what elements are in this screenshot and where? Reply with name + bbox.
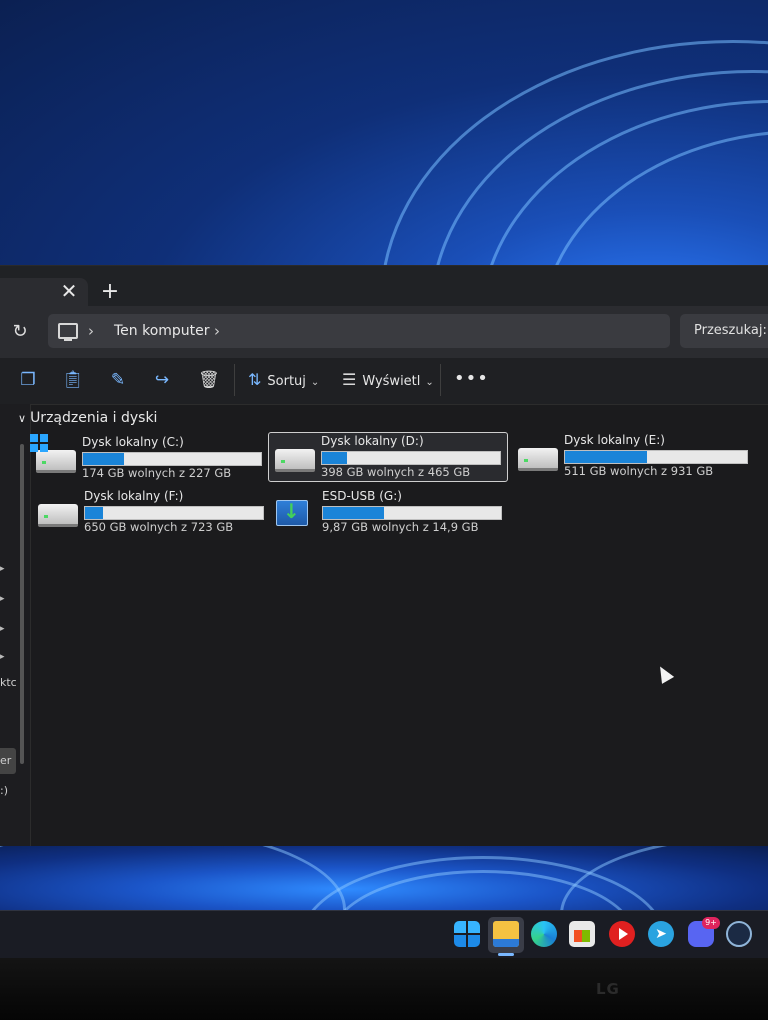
breadcrumb-separator: › <box>88 322 94 340</box>
drive-name: Dysk lokalny (F:) <box>84 489 184 503</box>
desktop-wallpaper-top <box>0 0 768 272</box>
pin-icon: ▸ <box>0 564 5 574</box>
edge-icon[interactable] <box>531 921 557 947</box>
drive-d[interactable]: Dysk lokalny (D:) 398 GB wolnych z 465 G… <box>268 432 508 482</box>
drive-free-space: 650 GB wolnych z 723 GB <box>84 520 234 534</box>
title-bar: ✕ + <box>0 266 768 308</box>
drives-view: ∨ Urządzenia i dyski Dysk lokalny (C:) 17… <box>18 404 768 846</box>
breadcrumb-expand[interactable]: › <box>214 322 220 340</box>
sidebar-item-partial[interactable]: :) <box>0 784 8 797</box>
drive-usage-fill <box>322 452 347 464</box>
more-options-icon[interactable]: ••• <box>454 368 489 389</box>
drive-usage-bar <box>82 452 262 466</box>
pin-icon: ▸ <box>0 594 5 604</box>
search-input[interactable]: Przeszukaj: T <box>680 314 768 348</box>
view-button[interactable]: ☰ Wyświetl ⌄ <box>342 370 434 392</box>
address-bar[interactable]: › Ten komputer › <box>48 314 670 348</box>
share-icon[interactable]: ↪ <box>152 370 172 390</box>
chevron-down-icon: ⌄ <box>425 377 434 388</box>
group-header[interactable]: ∨ Urządzenia i dyski <box>18 410 157 426</box>
close-tab-icon[interactable]: ✕ <box>56 278 82 304</box>
file-explorer-window: ✕ + ↻ › Ten komputer › Przeszukaj: T ❐ 📋… <box>0 266 768 846</box>
chevron-down-icon: ⌄ <box>310 377 320 388</box>
sort-label: Sortuj <box>267 374 306 389</box>
view-label: Wyświetl <box>362 374 421 389</box>
toolbar-divider <box>440 364 441 396</box>
drive-usage-bar <box>321 451 501 465</box>
search-placeholder: Przeszukaj: T <box>694 323 768 338</box>
start-icon[interactable] <box>454 921 480 947</box>
drive-name: Dysk lokalny (E:) <box>564 433 665 447</box>
hard-drive-icon <box>275 449 315 472</box>
view-icon: ☰ <box>342 370 357 389</box>
chevron-down-icon: ∨ <box>18 412 27 425</box>
sidebar-item-partial[interactable]: er <box>0 754 11 767</box>
desktop-wallpaper-bottom <box>0 846 768 918</box>
monitor-brand-logo: LG <box>596 980 620 998</box>
breadcrumb-this-pc[interactable]: Ten komputer <box>114 323 210 339</box>
navigation-bar: ↻ › Ten komputer › Przeszukaj: T <box>0 306 768 358</box>
drive-usage-fill <box>565 451 647 463</box>
monitor-bezel: LG <box>0 958 768 1020</box>
paste-icon[interactable]: 📋︎ <box>62 370 84 390</box>
drive-usage-bar <box>322 506 502 520</box>
navigation-pane: ▸ ▸ ▸ ▸ ktc er :) <box>0 404 31 846</box>
new-tab-icon[interactable]: + <box>98 280 122 304</box>
drive-f[interactable]: Dysk lokalny (F:) 650 GB wolnych z 723 G… <box>32 488 270 536</box>
youtube-music-icon[interactable] <box>609 921 635 947</box>
sort-icon: ⇅ <box>248 370 262 389</box>
telegram-icon[interactable]: ➤ <box>648 921 674 947</box>
toolbar-divider <box>234 364 235 396</box>
store-icon[interactable] <box>569 921 595 947</box>
drive-g[interactable]: ESD-USB (G:) 9,87 GB wolnych z 14,9 GB <box>270 488 508 536</box>
drive-c[interactable]: Dysk lokalny (C:) 174 GB wolnych z 227 G… <box>30 434 268 482</box>
navigation-pane-scrollbar[interactable] <box>20 444 24 764</box>
drive-name: Dysk lokalny (C:) <box>82 435 184 449</box>
sort-button[interactable]: ⇅ Sortuj ⌄ <box>248 370 319 392</box>
notification-badge: 9+ <box>702 917 720 929</box>
copy-icon[interactable]: ❐ <box>18 370 38 390</box>
hard-drive-icon <box>518 448 558 471</box>
drive-free-space: 398 GB wolnych z 465 GB <box>321 465 471 479</box>
drive-usage-fill <box>83 453 124 465</box>
rename-icon[interactable]: ✎ <box>108 370 128 390</box>
drive-usage-fill <box>323 507 384 519</box>
active-app-indicator <box>498 953 514 956</box>
drive-free-space: 174 GB wolnych z 227 GB <box>82 466 232 480</box>
pin-icon: ▸ <box>0 652 5 662</box>
computer-icon <box>58 323 78 341</box>
hard-drive-icon <box>38 504 78 527</box>
pin-icon: ▸ <box>0 624 5 634</box>
drive-name: ESD-USB (G:) <box>322 489 402 503</box>
drive-free-space: 9,87 GB wolnych z 14,9 GB <box>322 520 479 534</box>
drive-usage-fill <box>85 507 103 519</box>
file-explorer-icon[interactable] <box>493 921 519 947</box>
drive-e[interactable]: Dysk lokalny (E:) 511 GB wolnych z 931 G… <box>512 432 750 480</box>
steam-icon[interactable] <box>726 921 752 947</box>
windows-logo-icon <box>30 434 48 452</box>
drive-usage-bar <box>564 450 748 464</box>
hard-drive-icon <box>36 450 76 473</box>
drive-free-space: 511 GB wolnych z 931 GB <box>564 464 714 478</box>
taskbar: ➤ 9+ <box>0 910 768 959</box>
sidebar-item-partial[interactable]: ktc <box>0 676 17 689</box>
drive-name: Dysk lokalny (D:) <box>321 434 424 448</box>
command-bar: ❐ 📋︎ ✎ ↪ 🗑︎ ⇅ Sortuj ⌄ ☰ Wyświetl ⌄ ••• <box>0 358 768 405</box>
refresh-icon[interactable]: ↻ <box>8 320 32 344</box>
drive-usage-bar <box>84 506 264 520</box>
delete-icon[interactable]: 🗑︎ <box>198 370 220 390</box>
usb-drive-icon <box>276 499 308 526</box>
group-title: Urządzenia i dyski <box>30 410 158 426</box>
